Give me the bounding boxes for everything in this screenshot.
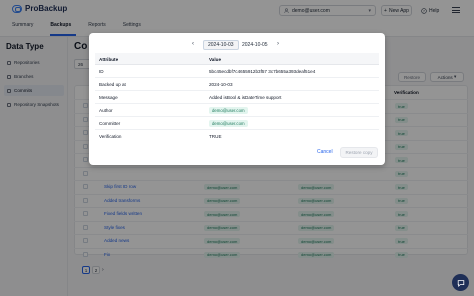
attribute-name: Verification <box>99 134 122 139</box>
chat-button[interactable] <box>452 274 469 291</box>
attribute-value: 5bc45ecdbf7c4655912b3f57 3c7b655a393deaf… <box>209 69 316 74</box>
restore-copy-button[interactable]: Restore copy <box>340 147 378 158</box>
table-row: Author demo@user.com <box>95 104 379 117</box>
attribute-name: Message <box>99 95 118 100</box>
header-value: Value <box>209 57 222 62</box>
attribute-name: Backed up at <box>99 82 126 87</box>
header-attribute: Attribute <box>99 57 119 62</box>
next-date-icon[interactable]: › <box>277 41 279 47</box>
table-row: Committer demo@user.com <box>95 117 379 130</box>
date-option-selected[interactable]: 2024-10-03 <box>203 40 239 50</box>
restore-copy-label: Restore copy <box>345 150 373 155</box>
attribute-value: TRUE <box>209 134 222 139</box>
attributes-table-header: Attribute Value <box>95 53 379 65</box>
backup-details-modal: ‹ 2024-10-03 2024-10-05 › Attribute Valu… <box>89 33 385 165</box>
chat-icon <box>457 279 464 287</box>
attribute-value: 2024-10-03 <box>209 82 233 87</box>
cancel-button[interactable]: Cancel <box>317 149 333 155</box>
table-row: Backed up at 2024-10-03 <box>95 78 379 91</box>
author-tag: demo@user.com <box>209 107 248 114</box>
attribute-name: ID <box>99 69 104 74</box>
previous-date-icon[interactable]: ‹ <box>192 41 194 47</box>
table-row: ID 5bc45ecdbf7c4655912b3f57 3c7b655a393d… <box>95 65 379 78</box>
table-row: Verification TRUE <box>95 130 379 143</box>
date-option[interactable]: 2024-10-05 <box>238 40 272 50</box>
attribute-name: Author <box>99 108 113 113</box>
committer-tag: demo@user.com <box>209 120 248 127</box>
attribute-name: Committer <box>99 121 121 126</box>
attribute-value: Added isBool & isDateTime support <box>209 95 282 100</box>
table-row: Message Added isBool & isDateTime suppor… <box>95 91 379 104</box>
date-navigator: ‹ 2024-10-03 2024-10-05 › <box>189 39 289 51</box>
